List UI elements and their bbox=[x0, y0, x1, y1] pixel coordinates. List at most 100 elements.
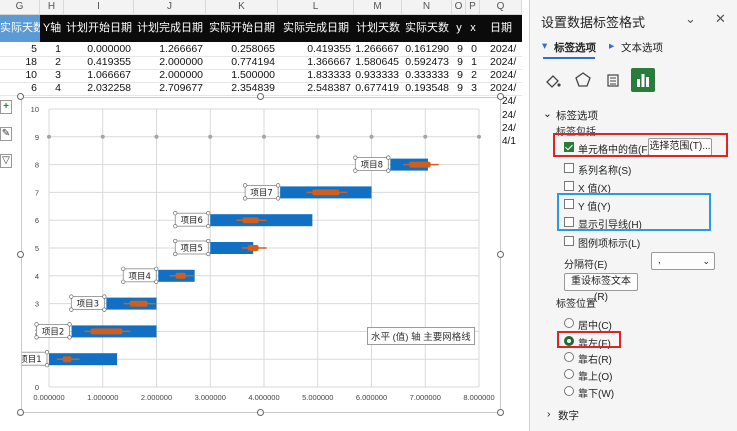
header-cell[interactable]: x bbox=[466, 15, 480, 42]
tab-label-options[interactable]: 标签选项 bbox=[554, 40, 596, 55]
table-cell[interactable]: 0.333333 bbox=[402, 69, 452, 82]
col-letter[interactable]: P bbox=[466, 0, 480, 14]
table-cell[interactable]: 2.000000 bbox=[134, 56, 206, 69]
table-cell[interactable]: 4 bbox=[40, 82, 64, 95]
chevron-down-icon[interactable]: ⌄ bbox=[685, 11, 696, 27]
table-cell[interactable]: 0.000000 bbox=[64, 43, 134, 56]
table-cell[interactable]: 0.161290 bbox=[402, 43, 452, 56]
table-cell[interactable]: 1 bbox=[466, 56, 480, 69]
resize-handle[interactable] bbox=[497, 93, 504, 100]
col-letter[interactable]: G bbox=[0, 0, 40, 14]
col-letter[interactable]: L bbox=[278, 0, 354, 14]
table-cell[interactable]: 1.833333 bbox=[278, 69, 354, 82]
table-cell[interactable]: 1 bbox=[40, 43, 64, 56]
table-cell[interactable]: 0.258065 bbox=[206, 43, 278, 56]
chart-area[interactable]: 0123456789100.0000001.0000002.0000003.00… bbox=[21, 97, 501, 413]
resize-handle[interactable] bbox=[497, 251, 504, 258]
label-options-bar-chart-icon[interactable] bbox=[631, 68, 655, 92]
table-cell[interactable]: 0.933333 bbox=[354, 69, 402, 82]
table-cell[interactable]: 0 bbox=[466, 43, 480, 56]
header-cell[interactable]: 实际天数 bbox=[0, 15, 40, 42]
col-letter[interactable]: J bbox=[134, 0, 206, 14]
table-cell[interactable]: 2.709677 bbox=[134, 82, 206, 95]
header-cell[interactable]: 日期 bbox=[480, 15, 522, 42]
resize-handle[interactable] bbox=[17, 409, 24, 416]
section-label-options[interactable]: 标签选项 bbox=[556, 108, 598, 123]
header-cell[interactable]: 实际开始日期 bbox=[206, 15, 278, 42]
col-letter[interactable]: O bbox=[452, 0, 466, 14]
fill-line-icon[interactable] bbox=[541, 68, 565, 92]
table-cell[interactable]: 2 bbox=[40, 56, 64, 69]
date-cell[interactable]: 24/ bbox=[502, 123, 516, 134]
col-letter[interactable]: H bbox=[40, 0, 64, 14]
header-cell[interactable]: 实际天数 bbox=[402, 15, 452, 42]
chart-elements-plus-icon[interactable]: + bbox=[0, 100, 12, 114]
header-cell[interactable]: y bbox=[452, 15, 466, 42]
radio-center[interactable] bbox=[564, 318, 574, 328]
table-cell[interactable]: 2024/ bbox=[480, 56, 522, 69]
resize-handle[interactable] bbox=[17, 251, 24, 258]
table-cell[interactable]: 0.677419 bbox=[354, 82, 402, 95]
table-cell[interactable]: 2.000000 bbox=[134, 69, 206, 82]
table-cell[interactable]: 1.066667 bbox=[64, 69, 134, 82]
checkbox-series-name[interactable] bbox=[564, 163, 574, 173]
table-cell[interactable]: 9 bbox=[452, 56, 466, 69]
collapse-arrow-icon[interactable]: ⌄ bbox=[543, 108, 552, 120]
resize-handle[interactable] bbox=[257, 409, 264, 416]
resize-handle[interactable] bbox=[257, 93, 264, 100]
table-cell[interactable]: 1.580645 bbox=[354, 56, 402, 69]
table-cell[interactable]: 3 bbox=[466, 82, 480, 95]
header-cell[interactable]: 计划完成日期 bbox=[134, 15, 206, 42]
section-number[interactable]: 数字 bbox=[558, 408, 579, 423]
table-cell[interactable]: 2024/ bbox=[480, 43, 522, 56]
table-cell[interactable]: 2.354839 bbox=[206, 82, 278, 95]
header-cell[interactable]: Y轴 bbox=[40, 15, 64, 42]
table-cell[interactable]: 9 bbox=[452, 43, 466, 56]
label-handle bbox=[69, 307, 74, 312]
table-cell[interactable]: 0.774194 bbox=[206, 56, 278, 69]
table-cell[interactable]: 2.548387 bbox=[278, 82, 354, 95]
date-cell[interactable]: 24/ bbox=[502, 110, 516, 121]
resize-handle[interactable] bbox=[17, 93, 24, 100]
table-cell[interactable]: 2024/ bbox=[480, 69, 522, 82]
chart-styles-brush-icon[interactable]: ✎ bbox=[0, 127, 12, 141]
table-cell[interactable]: 1.266667 bbox=[134, 43, 206, 56]
table-cell[interactable]: 9 bbox=[452, 69, 466, 82]
header-cell[interactable]: 计划天数 bbox=[354, 15, 402, 42]
header-cell[interactable]: 计划开始日期 bbox=[64, 15, 134, 42]
close-icon[interactable]: ✕ bbox=[715, 11, 726, 27]
col-letter[interactable]: I bbox=[64, 0, 134, 14]
date-cell[interactable]: 24/ bbox=[502, 96, 516, 107]
table-cell[interactable]: 0.592473 bbox=[402, 56, 452, 69]
expand-arrow-icon[interactable]: › bbox=[547, 408, 551, 420]
separator-dropdown[interactable]: , ⌄ bbox=[651, 252, 715, 270]
radio-right[interactable] bbox=[564, 352, 574, 362]
table-cell[interactable]: 0.419355 bbox=[278, 43, 354, 56]
col-letter[interactable]: K bbox=[206, 0, 278, 14]
table-cell[interactable]: 0.419355 bbox=[64, 56, 134, 69]
date-cell[interactable]: 4/1 bbox=[502, 136, 516, 147]
reset-label-text-button[interactable]: 重设标签文本(R) bbox=[564, 273, 638, 303]
table-cell[interactable]: 0.193548 bbox=[402, 82, 452, 95]
table-cell[interactable]: 2 bbox=[466, 69, 480, 82]
label-handle bbox=[34, 335, 39, 340]
table-cell[interactable]: 1.366667 bbox=[278, 56, 354, 69]
size-properties-icon[interactable] bbox=[601, 68, 625, 92]
checkbox-legend-key[interactable] bbox=[564, 236, 574, 246]
resize-handle[interactable] bbox=[497, 409, 504, 416]
table-cell[interactable]: 1.266667 bbox=[354, 43, 402, 56]
table-cell[interactable]: 3 bbox=[40, 69, 64, 82]
tab-text-options[interactable]: 文本选项 bbox=[621, 40, 663, 55]
chart-filter-funnel-icon[interactable]: ▽ bbox=[0, 154, 12, 168]
header-cell[interactable]: 实际完成日期 bbox=[278, 15, 354, 42]
radio-below[interactable] bbox=[564, 386, 574, 396]
effects-pentagon-icon[interactable] bbox=[571, 68, 595, 92]
checkbox-x-value[interactable] bbox=[564, 181, 574, 191]
col-letter[interactable]: M bbox=[354, 0, 402, 14]
col-letter[interactable]: N bbox=[402, 0, 452, 14]
table-cell[interactable]: 9 bbox=[452, 82, 466, 95]
table-cell[interactable]: 1.500000 bbox=[206, 69, 278, 82]
radio-above[interactable] bbox=[564, 369, 574, 379]
col-letter[interactable]: Q bbox=[480, 0, 522, 14]
table-cell[interactable]: 2.032258 bbox=[64, 82, 134, 95]
